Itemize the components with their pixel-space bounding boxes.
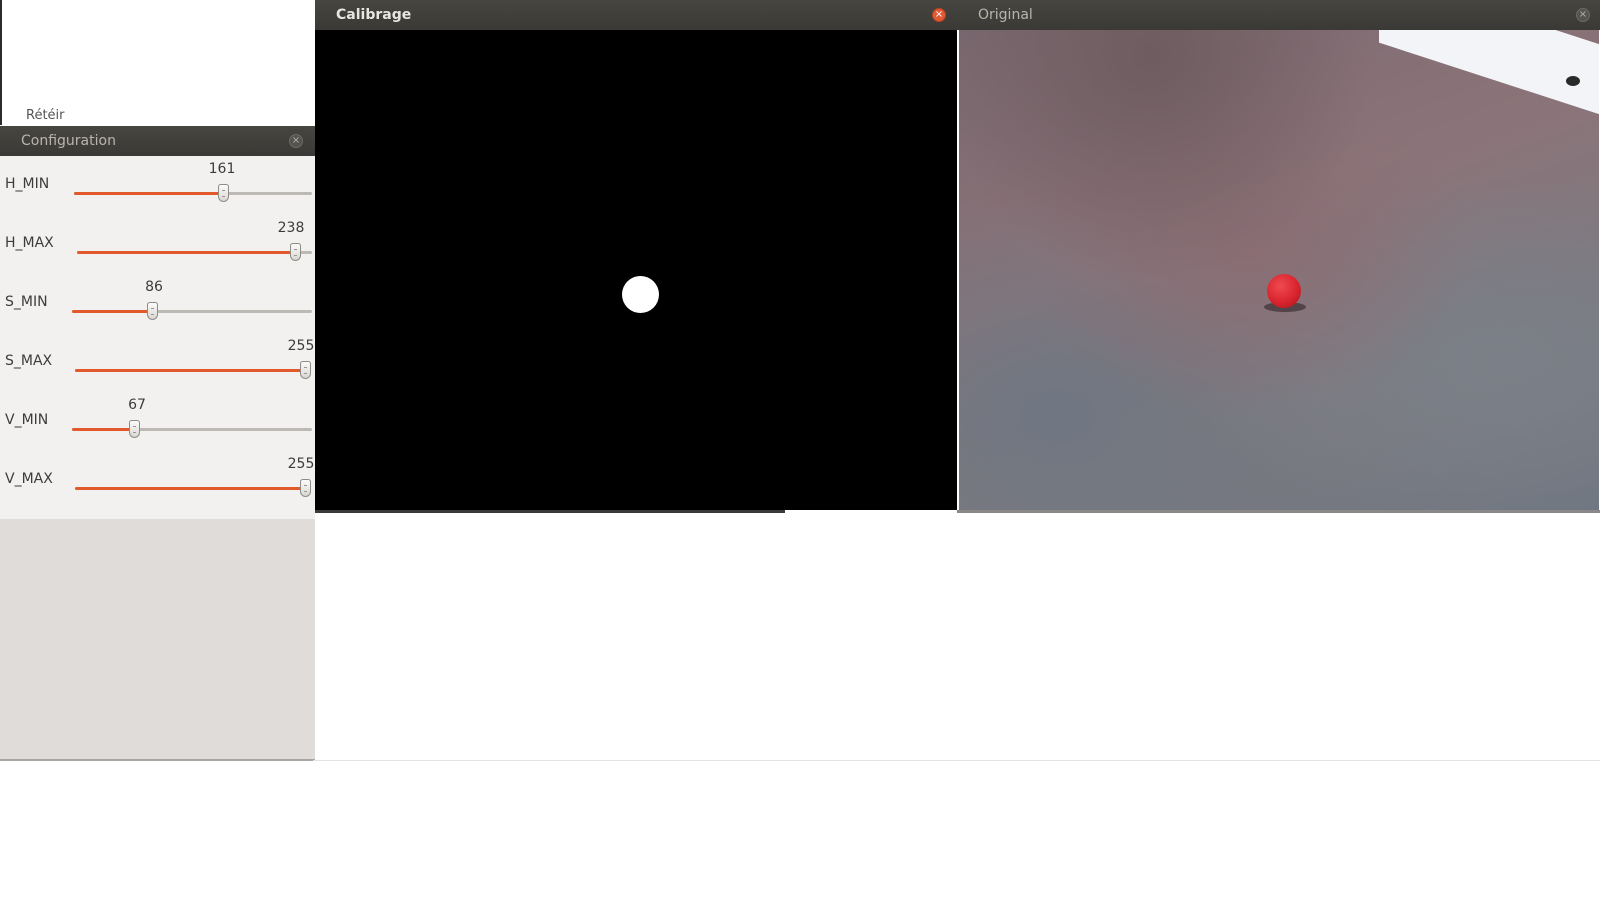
slider-fill <box>75 369 306 372</box>
slider-label: S_MIN <box>5 294 48 310</box>
slider-label: V_MIN <box>5 412 49 428</box>
slider-fill <box>75 487 306 490</box>
dark-object <box>1566 76 1580 86</box>
wall-area <box>1379 30 1599 118</box>
configuration-titlebar[interactable]: Configuration × <box>0 126 315 156</box>
background-window: Rétéir <box>0 0 313 125</box>
close-icon[interactable]: × <box>1576 8 1590 22</box>
slider-value: 255 <box>287 338 315 354</box>
slider-s-min: S_MIN 86 <box>0 274 315 333</box>
camera-image <box>959 30 1599 510</box>
slider-h-max: H_MAX 238 <box>0 215 315 274</box>
close-icon[interactable]: × <box>932 8 946 22</box>
slider-label: V_MAX <box>5 471 53 487</box>
slider-s-max: S_MAX 255 <box>0 333 315 392</box>
slider-label: H_MAX <box>5 235 54 251</box>
slider-track[interactable] <box>75 361 311 379</box>
original-titlebar[interactable]: Original × <box>957 0 1600 30</box>
slider-value: 238 <box>277 220 305 236</box>
slider-fill <box>72 310 153 313</box>
slider-thumb[interactable] <box>300 361 311 379</box>
slider-fill <box>72 428 136 431</box>
red-ball <box>1267 274 1301 308</box>
slider-v-max: V_MAX 255 <box>0 451 315 510</box>
close-icon[interactable]: × <box>289 134 303 148</box>
trackbar-panel: H_MIN 161 H_MAX 238 S_MIN 86 S_MAX 255 V… <box>0 156 315 519</box>
detected-blob <box>622 276 659 313</box>
original-bottom-border <box>957 510 1600 513</box>
calibrage-mask-image <box>315 30 957 510</box>
slider-h-min: H_MIN 161 <box>0 156 315 215</box>
slider-fill <box>74 192 225 195</box>
configuration-window: Configuration × H_MIN 161 H_MAX 238 S_MI… <box>0 126 315 761</box>
slider-track[interactable] <box>72 302 312 320</box>
slider-thumb[interactable] <box>290 243 302 261</box>
slider-thumb[interactable] <box>218 184 230 202</box>
calibrage-title: Calibrage <box>336 7 412 23</box>
slider-label: S_MAX <box>5 353 53 369</box>
slider-thumb[interactable] <box>129 420 141 438</box>
configuration-title: Configuration <box>21 133 116 149</box>
calibrage-titlebar[interactable]: Calibrage × <box>315 0 957 30</box>
slider-value: 86 <box>145 279 163 295</box>
slider-track[interactable] <box>72 420 312 438</box>
slider-value: 161 <box>208 161 236 177</box>
background-window-text: Rétéir <box>26 108 65 122</box>
slider-fill <box>77 251 297 254</box>
slider-value: 67 <box>128 397 146 413</box>
slider-v-min: V_MIN 67 <box>0 392 315 451</box>
original-title: Original <box>978 7 1033 23</box>
calibrage-window: Calibrage × <box>315 0 957 513</box>
slider-track[interactable] <box>74 184 312 202</box>
original-window: Original × <box>957 0 1600 516</box>
slider-track[interactable] <box>75 479 311 497</box>
slider-value: 255 <box>287 456 315 472</box>
divider-line <box>313 760 1600 761</box>
slider-thumb[interactable] <box>300 479 311 497</box>
calibrage-bottom-border <box>315 510 785 513</box>
slider-label: H_MIN <box>5 176 50 192</box>
slider-thumb[interactable] <box>146 302 158 320</box>
slider-track[interactable] <box>77 243 312 261</box>
